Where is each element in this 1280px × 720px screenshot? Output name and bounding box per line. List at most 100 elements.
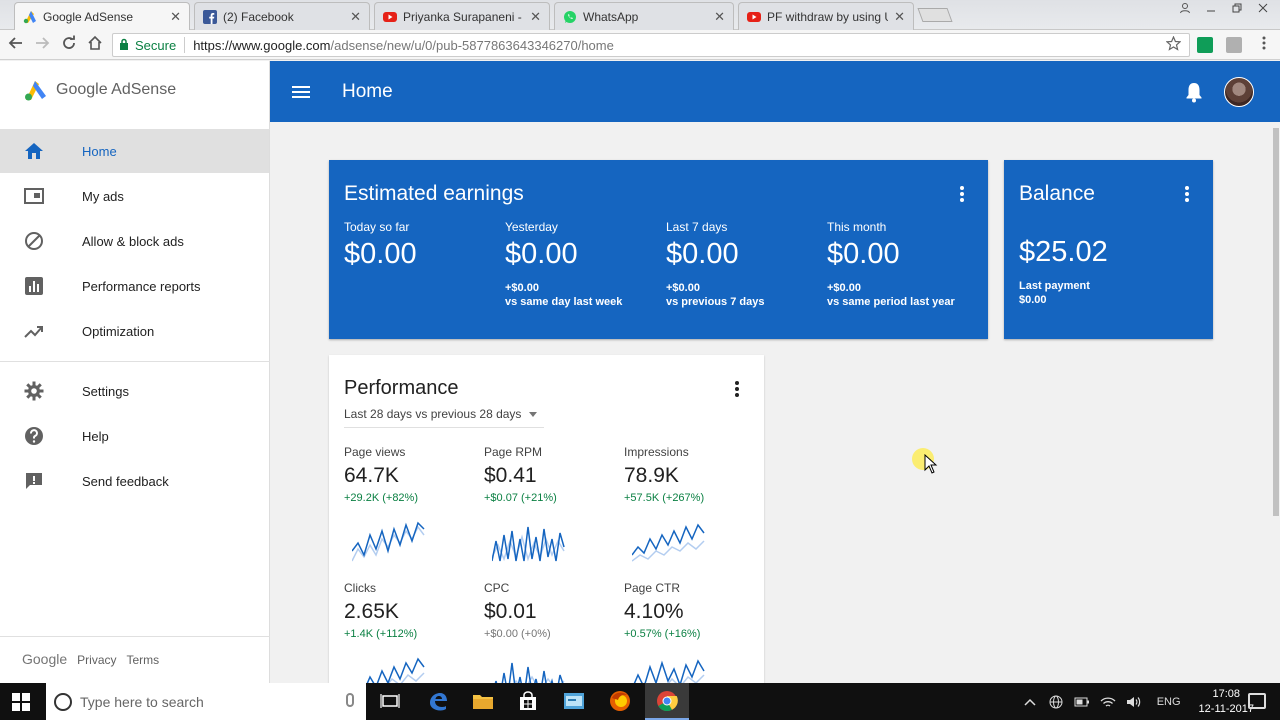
address-bar[interactable]: Secure https://www.google.com /adsense/n… — [112, 33, 1190, 57]
back-icon[interactable] — [6, 35, 26, 55]
taskbar-clock[interactable]: 17:08 12-11-2017 — [1199, 687, 1254, 717]
tab-google-adsense[interactable]: Google AdSense ✕ — [14, 2, 190, 30]
bookmark-star-icon[interactable] — [1165, 34, 1182, 55]
home-icon[interactable] — [85, 35, 105, 55]
tab-youtube-pf-withdraw[interactable]: PF withdraw by using UA ✕ — [738, 2, 914, 30]
wifi-icon[interactable] — [1100, 695, 1116, 709]
terms-link[interactable]: Terms — [127, 653, 160, 667]
metric-delta: +29.2K (+82%) — [344, 492, 418, 504]
sidebar-item-home[interactable]: Home — [0, 129, 269, 173]
metric-label: Last 7 days — [666, 220, 728, 234]
forward-icon[interactable] — [32, 35, 52, 55]
earnings-metric-last-7-days[interactable]: Last 7 days $0.00 +$0.00 vs previous 7 d… — [666, 220, 764, 309]
balance-metric[interactable]: $25.02 Last payment $0.00 — [1019, 236, 1108, 307]
store-icon[interactable] — [516, 689, 540, 713]
metric-delta: +1.4K (+112%) — [344, 628, 418, 640]
reload-icon[interactable] — [59, 35, 79, 55]
taskbar-search-box[interactable]: Type here to search — [46, 683, 366, 720]
system-tray: ENG 17:08 12-11-2017 — [1017, 683, 1280, 720]
metric-label: CPC — [484, 581, 510, 595]
close-icon[interactable]: ✕ — [170, 9, 181, 25]
network-globe-icon[interactable] — [1048, 695, 1064, 709]
period-dropdown[interactable]: Last 28 days vs previous 28 days — [344, 407, 538, 421]
new-tab-button[interactable] — [917, 8, 953, 22]
perf-metric-impressions[interactable]: Impressions 78.9K +57.5K (+267%) — [624, 445, 754, 562]
sidebar-item-optimization[interactable]: Optimization — [0, 309, 269, 353]
adsense-logo[interactable]: Google AdSense — [24, 79, 176, 101]
extension-icon[interactable] — [1197, 37, 1213, 53]
url-host: https://www.google.com — [193, 37, 331, 53]
notifications-bell-icon[interactable] — [1184, 81, 1204, 103]
sidebar-footer: Google Privacy Terms — [22, 651, 159, 667]
metric-delta: +$0.00 (+0%) — [484, 628, 551, 640]
restore-icon[interactable] — [1226, 0, 1248, 16]
close-icon[interactable]: ✕ — [714, 9, 725, 25]
edge-browser-icon[interactable] — [426, 689, 450, 713]
earnings-metric-yesterday[interactable]: Yesterday $0.00 +$0.00 vs same day last … — [505, 220, 622, 309]
tab-facebook[interactable]: (2) Facebook ✕ — [194, 2, 370, 30]
clock-time: 17:08 — [1212, 687, 1241, 700]
more-options-icon[interactable] — [727, 379, 747, 399]
sidebar-item-settings[interactable]: Settings — [0, 369, 269, 413]
scrollbar-thumb[interactable] — [1273, 128, 1279, 516]
sidebar-item-my-ads[interactable]: My ads — [0, 174, 269, 218]
tab-youtube-priyanka[interactable]: Priyanka Surapaneni - Yo ✕ — [374, 2, 550, 30]
more-options-icon[interactable] — [952, 184, 972, 204]
chrome-menu-icon[interactable] — [1254, 35, 1274, 55]
control-panel-icon[interactable] — [562, 689, 586, 713]
divider — [0, 361, 270, 362]
perf-metric-page-rpm[interactable]: Page RPM $0.41 +$0.07 (+21%) — [484, 445, 614, 562]
task-view-icon[interactable] — [378, 689, 402, 713]
sidebar: Google AdSense Home My ads Allow & block… — [0, 61, 270, 683]
metric-delta: +$0.00 — [505, 282, 539, 294]
metric-delta: +0.57% (+16%) — [624, 628, 701, 640]
card-title: Estimated earnings — [344, 182, 524, 205]
minimize-icon[interactable] — [1200, 0, 1222, 16]
perf-metric-clicks[interactable]: Clicks 2.65K +1.4K (+112%) — [344, 581, 474, 698]
extension-icon[interactable] — [1226, 37, 1242, 53]
metric-label: Yesterday — [505, 220, 558, 234]
google-link[interactable]: Google — [22, 651, 67, 667]
perf-metric-page-views[interactable]: Page views 64.7K +29.2K (+82%) — [344, 445, 474, 562]
metric-value: $0.00 — [344, 238, 417, 270]
sidebar-item-allow-block-ads[interactable]: Allow & block ads — [0, 219, 269, 263]
firefox-icon[interactable] — [608, 689, 632, 713]
earnings-metric-today[interactable]: Today so far $0.00 — [344, 220, 417, 271]
privacy-link[interactable]: Privacy — [77, 653, 116, 667]
chrome-icon[interactable] — [645, 683, 689, 720]
microphone-icon[interactable] — [346, 693, 354, 707]
metric-value: 64.7K — [344, 464, 399, 487]
metric-label: Page CTR — [624, 581, 681, 595]
metric-label: Page RPM — [484, 445, 543, 459]
browser-tab-strip: Google AdSense ✕ (2) Facebook ✕ Priyanka… — [0, 0, 1280, 30]
sidebar-item-label: Allow & block ads — [82, 233, 184, 249]
input-language[interactable]: ENG — [1157, 695, 1181, 709]
avatar[interactable] — [1224, 77, 1254, 107]
windows-start-icon[interactable] — [12, 693, 30, 711]
close-window-icon[interactable] — [1252, 0, 1274, 16]
scrollbar[interactable] — [1272, 122, 1280, 683]
metric-delta: +$0.00 — [666, 282, 700, 294]
perf-metric-page-ctr[interactable]: Page CTR 4.10% +0.57% (+16%) — [624, 581, 754, 696]
tab-whatsapp[interactable]: WhatsApp ✕ — [554, 2, 734, 30]
adsense-logo-icon — [25, 81, 46, 101]
perf-metric-cpc[interactable]: CPC $0.01 +$0.00 (+0%) — [484, 581, 614, 698]
url-path: /adsense/new/u/0/pub-5877863643346270/ho… — [330, 37, 614, 53]
close-icon[interactable]: ✕ — [350, 9, 361, 25]
last-payment-label: Last payment — [1019, 280, 1090, 292]
action-center-icon[interactable] — [1248, 693, 1266, 709]
more-options-icon[interactable] — [1177, 184, 1197, 204]
volume-icon[interactable] — [1126, 695, 1142, 709]
file-explorer-icon[interactable] — [471, 689, 495, 713]
hamburger-menu-icon[interactable] — [290, 81, 312, 103]
close-icon[interactable]: ✕ — [530, 9, 541, 25]
battery-icon[interactable] — [1074, 695, 1090, 709]
sidebar-item-performance-reports[interactable]: Performance reports — [0, 264, 269, 308]
chevron-up-icon[interactable] — [1022, 695, 1038, 709]
close-icon[interactable]: ✕ — [894, 9, 905, 25]
sidebar-item-send-feedback[interactable]: Send feedback — [0, 459, 269, 503]
earnings-metric-this-month[interactable]: This month $0.00 +$0.00 vs same period l… — [827, 220, 955, 309]
sidebar-item-help[interactable]: Help — [0, 414, 269, 458]
profile-icon[interactable] — [1174, 0, 1196, 16]
secure-label: Secure — [135, 37, 177, 53]
